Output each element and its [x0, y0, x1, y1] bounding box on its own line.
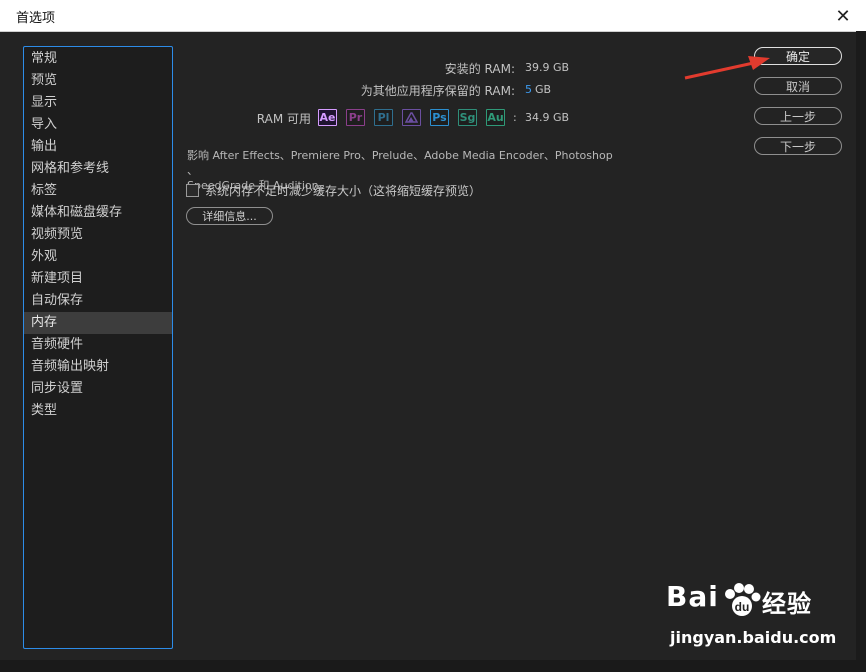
sidebar-item[interactable]: 新建项目: [24, 268, 172, 290]
previous-button[interactable]: 上一步: [754, 107, 842, 125]
ram-available-value: 34.9 GB: [525, 111, 570, 124]
svg-text:du: du: [735, 600, 750, 614]
sidebar-item[interactable]: 标签: [24, 180, 172, 202]
after-effects-icon: Ae: [318, 109, 337, 126]
window-title: 首选项: [16, 11, 56, 26]
sidebar-item[interactable]: 导入: [24, 114, 172, 136]
ok-button[interactable]: 确定: [754, 47, 842, 65]
sidebar-item[interactable]: 自动保存: [24, 290, 172, 312]
sidebar-item[interactable]: 网格和参考线: [24, 158, 172, 180]
sidebar-item[interactable]: 外观: [24, 246, 172, 268]
background-app-bottom: [0, 660, 866, 672]
arrow-shaft: [684, 60, 759, 80]
prelude-icon: Pl: [374, 109, 393, 126]
reserved-ram-unit: GB: [535, 83, 552, 96]
sidebar-item[interactable]: 音频输出映射: [24, 356, 172, 378]
background-app-edge: [856, 31, 866, 672]
preferences-dialog: 首选项 ✕ 常规 预览 显示 导入 输出 网格和参考线 标签 媒体和磁盘缓存 视频预览 外观 新建项…: [0, 0, 866, 672]
sidebar-item[interactable]: 预览: [24, 70, 172, 92]
installed-ram-value: 39.9 GB: [525, 61, 570, 74]
close-icon[interactable]: ✕: [832, 5, 854, 27]
baidu-jingyan-watermark: Bai du 经验 jingyan.baidu.com: [666, 580, 836, 655]
description-line-1: 影响 After Effects、Premiere Pro、Prelude、Ad…: [187, 149, 613, 177]
installed-ram-label: 安装的 RAM:: [444, 62, 515, 76]
premiere-pro-icon: Pr: [346, 109, 365, 126]
reduce-cache-checkbox[interactable]: [186, 184, 199, 197]
cancel-button[interactable]: 取消: [754, 77, 842, 95]
watermark-brand-left: Bai: [666, 580, 719, 613]
sidebar-item[interactable]: 显示: [24, 92, 172, 114]
sidebar-item[interactable]: 音频硬件: [24, 334, 172, 356]
reserved-ram-input[interactable]: 5: [525, 83, 532, 96]
audition-icon: Au: [486, 109, 505, 126]
sidebar-item[interactable]: 输出: [24, 136, 172, 158]
details-button[interactable]: 详细信息...: [186, 207, 273, 225]
sidebar-item[interactable]: 内存: [24, 312, 172, 334]
sidebar-item[interactable]: 同步设置: [24, 378, 172, 400]
watermark-url: jingyan.baidu.com: [670, 628, 837, 647]
preferences-category-list: 常规 预览 显示 导入 输出 网格和参考线 标签 媒体和磁盘缓存 视频预览 外观 新建项目 自动保存内…: [23, 46, 173, 649]
sidebar-item[interactable]: 常规: [24, 48, 172, 70]
ram-available-separator: :: [513, 111, 517, 124]
category-items: 常规 预览 显示 导入 输出 网格和参考线 标签 媒体和磁盘缓存 视频预览 外观 新建项目 自动保存内…: [24, 48, 172, 422]
next-button[interactable]: 下一步: [754, 137, 842, 155]
photoshop-icon: Ps: [430, 109, 449, 126]
sidebar-item[interactable]: 媒体和磁盘缓存: [24, 202, 172, 224]
reduce-cache-option[interactable]: 系统内存不足时减少缓存大小（这将缩短缓存预览）: [186, 182, 481, 199]
reserved-ram-label: 为其他应用程序保留的 RAM:: [360, 84, 515, 98]
baidu-paw-icon: du: [725, 583, 761, 616]
title-bar: 首选项 ✕: [0, 0, 866, 32]
sidebar-item[interactable]: 类型: [24, 400, 172, 422]
watermark-brand-right: 经验: [762, 590, 812, 618]
ram-available-label: RAM 可用: [256, 112, 311, 126]
reduce-cache-label: 系统内存不足时减少缓存大小（这将缩短缓存预览）: [205, 184, 482, 198]
speedgrade-icon: Sg: [458, 109, 477, 126]
sidebar-item[interactable]: 视频预览: [24, 224, 172, 246]
media-encoder-icon: [402, 109, 421, 126]
